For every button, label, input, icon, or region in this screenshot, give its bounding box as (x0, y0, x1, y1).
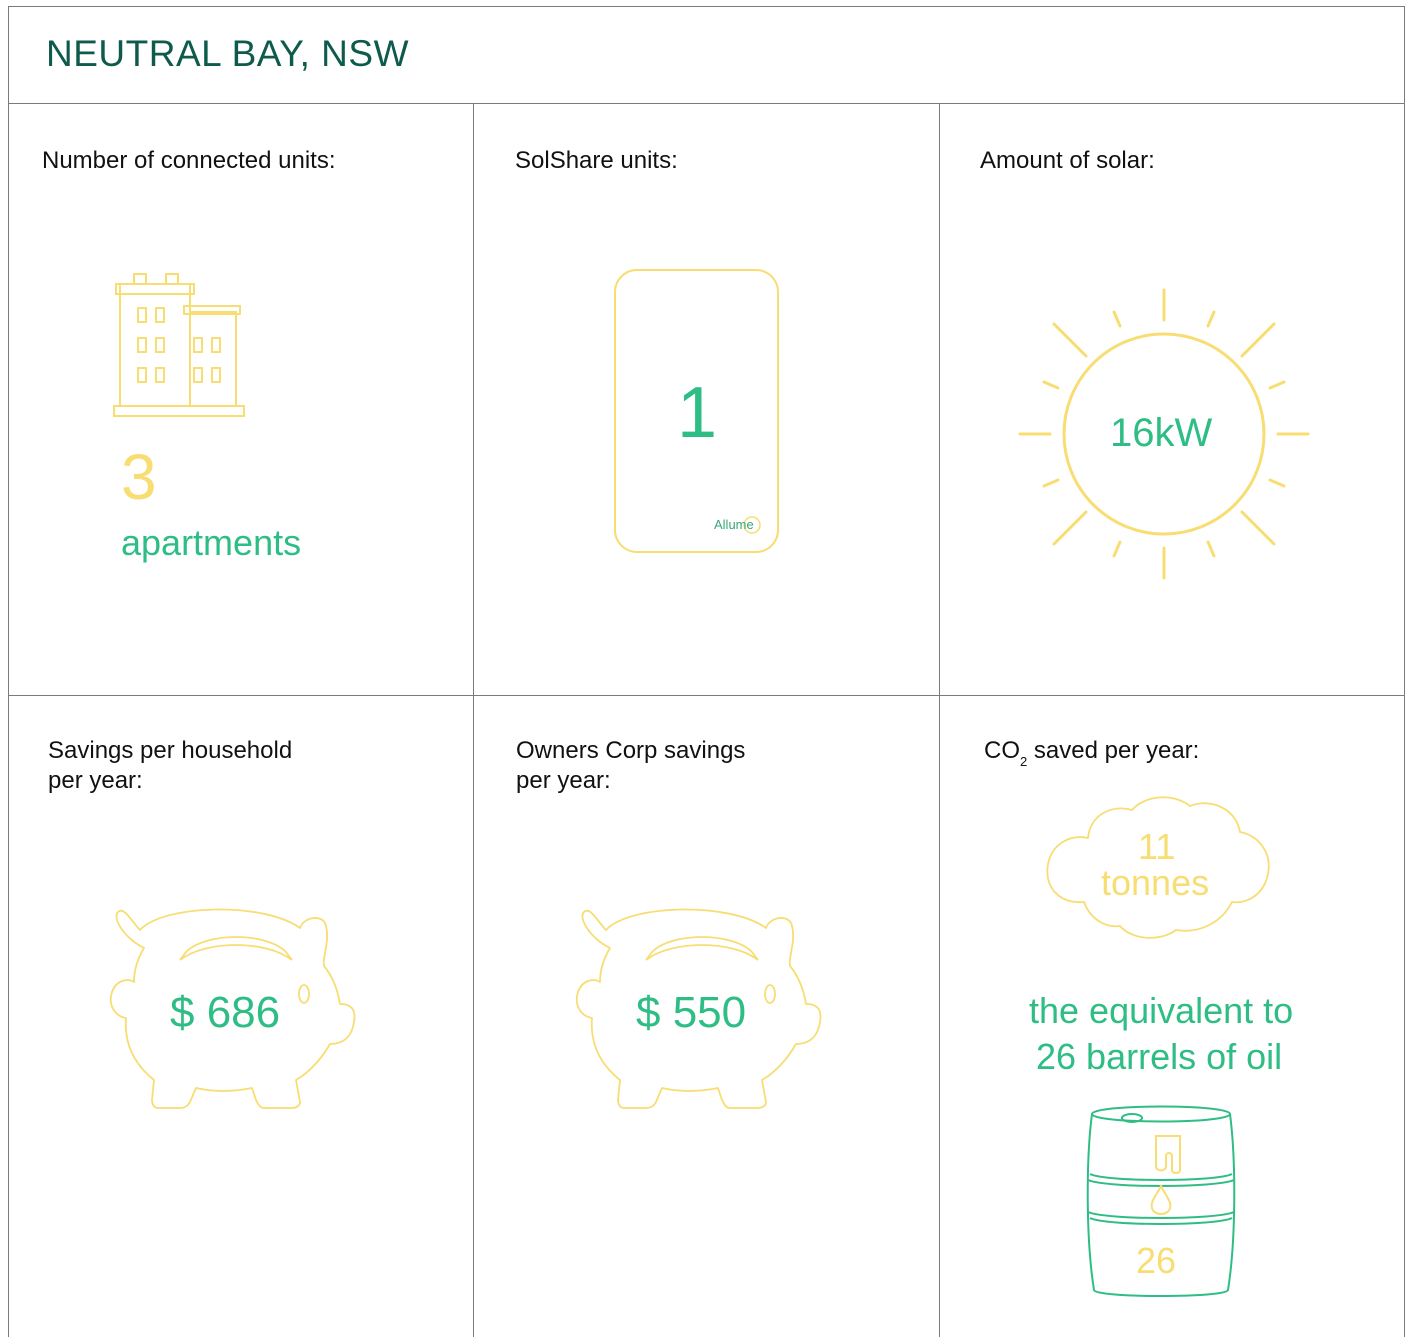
household-savings-label: Savings per household per year: (48, 736, 292, 796)
owners-corp-savings-label: Owners Corp savings per year: (516, 736, 745, 796)
co2-label-subscript: 2 (1020, 754, 1028, 769)
co2-equivalent-line1: the equivalent to (1029, 990, 1294, 1031)
row-divider (8, 695, 1405, 696)
column-divider-1 (473, 103, 474, 1337)
barrel-value: 26 (1136, 1240, 1177, 1281)
household-savings-label-line2: per year: (48, 767, 143, 794)
solshare-label: SolShare units: (515, 147, 678, 174)
column-divider-2 (939, 103, 940, 1337)
co2-tonnes-unit: tonnes (1101, 862, 1210, 903)
header-divider (8, 103, 1405, 104)
solar-label: Amount of solar: (980, 147, 1155, 174)
co2-label-suffix: saved per year: (1027, 737, 1200, 764)
owners-corp-savings-value: $ 550 (636, 988, 747, 1037)
units-label: Number of connected units: (42, 147, 336, 174)
page-title: NEUTRAL BAY, NSW (46, 33, 410, 74)
co2-equivalent-line2: 26 barrels of oil (1036, 1036, 1283, 1077)
owners-corp-savings-label-line2: per year: (516, 767, 611, 794)
household-savings-label-line1: Savings per household (48, 737, 293, 764)
co2-label-prefix: CO (984, 737, 1020, 764)
household-savings-value: $ 686 (170, 988, 281, 1037)
units-value: 3 (121, 441, 157, 513)
apartment-building-icon (113, 273, 245, 417)
solshare-brand: Allume (714, 517, 754, 532)
solar-value: 16kW (1110, 411, 1213, 455)
solshare-value: 1 (677, 373, 718, 453)
owners-corp-savings-label-line1: Owners Corp savings (516, 737, 746, 764)
units-unit: apartments (121, 522, 302, 563)
co2-label: CO2 saved per year: (984, 736, 1199, 769)
